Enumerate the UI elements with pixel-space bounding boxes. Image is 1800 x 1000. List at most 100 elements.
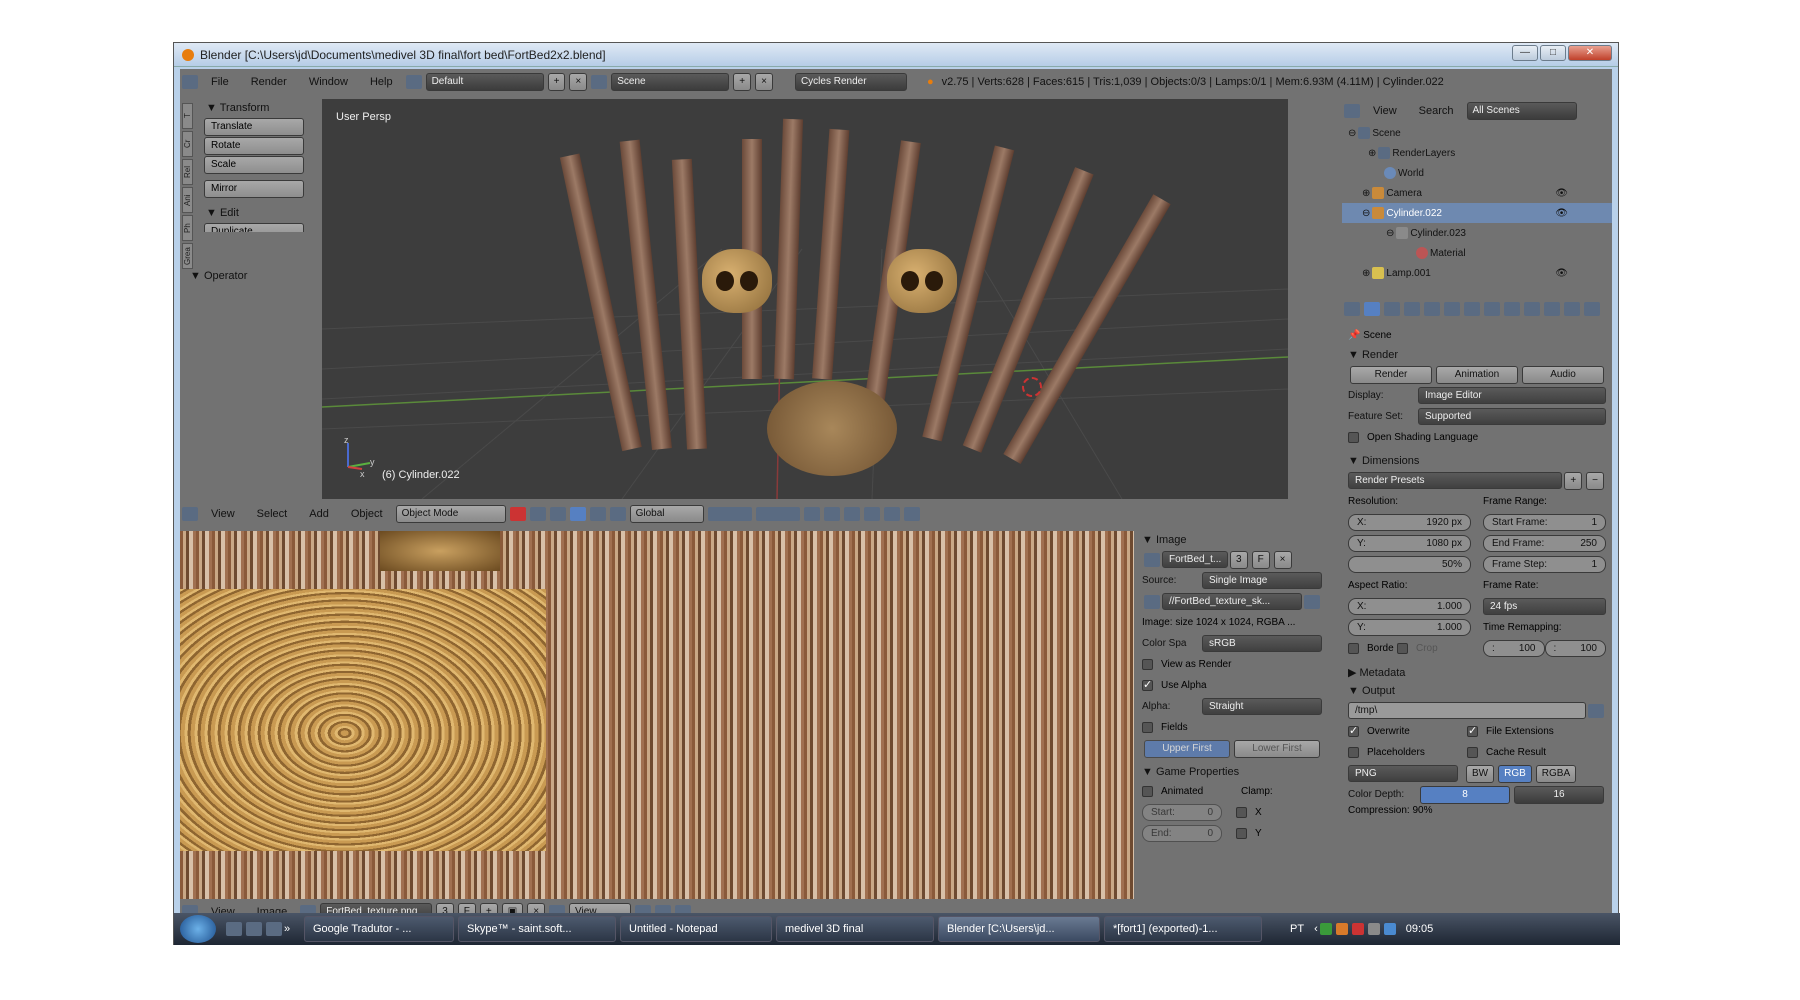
crop-checkbox[interactable]: [1397, 643, 1408, 654]
menu-object[interactable]: Object: [340, 508, 394, 520]
scale-manipulator-icon[interactable]: [609, 507, 626, 521]
outliner-item-scene[interactable]: ⊖ Scene: [1342, 123, 1612, 143]
duplicate-button[interactable]: Duplicate: [204, 223, 304, 232]
remap-new-field[interactable]: :100: [1544, 640, 1606, 657]
task-skype[interactable]: Skype™ - saint.soft...: [458, 916, 616, 942]
tab-tools[interactable]: T: [182, 103, 193, 129]
editor-type-icon[interactable]: [182, 75, 198, 89]
pivot-icon[interactable]: [529, 507, 546, 521]
menu-help[interactable]: Help: [359, 76, 404, 88]
mirror-button[interactable]: Mirror: [204, 180, 304, 198]
animation-button[interactable]: Animation: [1436, 365, 1518, 384]
task-notepad[interactable]: Untitled - Notepad: [620, 916, 772, 942]
edit-panel-header[interactable]: ▼ Edit: [200, 204, 318, 222]
opengl-render-icon[interactable]: [903, 507, 920, 521]
language-indicator[interactable]: PT: [1290, 923, 1304, 935]
osl-checkbox[interactable]: [1348, 432, 1359, 443]
depth-8-button[interactable]: 8: [1420, 785, 1510, 804]
internet-explorer-icon[interactable]: [266, 922, 282, 936]
remap-old-field[interactable]: :100: [1483, 640, 1545, 657]
menu-view[interactable]: View: [200, 508, 246, 520]
resolution-x-field[interactable]: X: 1920 px: [1348, 514, 1471, 531]
shading-icon[interactable]: [509, 507, 526, 521]
start-frame-field[interactable]: Start Frame: 1: [1483, 514, 1606, 531]
orientation-select[interactable]: Global: [629, 505, 704, 523]
render-engine-select[interactable]: Cycles Render: [794, 73, 907, 91]
lock-icon[interactable]: [803, 507, 820, 521]
texture-tab-icon[interactable]: [1544, 302, 1560, 316]
editor-type-icon[interactable]: [1344, 302, 1360, 316]
clamp-y-checkbox[interactable]: [1236, 828, 1247, 839]
scale-button[interactable]: Scale: [204, 156, 304, 174]
frame-rate-select[interactable]: 24 fps: [1483, 598, 1606, 615]
display-filter-select[interactable]: All Scenes: [1466, 102, 1577, 120]
render-layers-tab-icon[interactable]: [1384, 302, 1400, 316]
task-google-tradutor[interactable]: Google Tradutor - ...: [304, 916, 454, 942]
resolution-percentage-field[interactable]: 50%: [1348, 556, 1471, 573]
depth-16-button[interactable]: 16: [1514, 785, 1604, 804]
border-checkbox[interactable]: [1348, 643, 1359, 654]
animated-checkbox[interactable]: [1142, 786, 1153, 797]
remove-preset-button[interactable]: −: [1586, 471, 1604, 490]
render-presets-select[interactable]: Render Presets: [1348, 472, 1563, 489]
render-button[interactable]: Render: [1350, 365, 1432, 384]
lower-first-button[interactable]: Lower First: [1234, 739, 1320, 758]
layer-buttons-2[interactable]: [755, 507, 800, 521]
start-button[interactable]: [180, 915, 216, 943]
snap-element-icon[interactable]: [863, 507, 880, 521]
remove-scene-button[interactable]: ×: [755, 73, 773, 91]
outliner-item-renderlayers[interactable]: ⊕ RenderLayers: [1342, 143, 1612, 163]
rgb-button[interactable]: RGB: [1498, 764, 1532, 783]
aspect-y-field[interactable]: Y: 1.000: [1348, 619, 1471, 636]
frame-step-field[interactable]: Frame Step: 1: [1483, 556, 1606, 573]
resolution-y-field[interactable]: Y: 1080 px: [1348, 535, 1471, 552]
remove-layout-button[interactable]: ×: [569, 73, 588, 91]
task-exported[interactable]: *[fort1] (exported)-1...: [1104, 916, 1262, 942]
translate-manipulator-icon[interactable]: [569, 507, 586, 521]
browse-folder-icon[interactable]: [1588, 703, 1604, 718]
source-select[interactable]: Single Image: [1202, 572, 1322, 589]
display-select[interactable]: Image Editor: [1418, 387, 1606, 404]
tab-physics[interactable]: Ph: [182, 215, 193, 241]
output-path-field[interactable]: /tmp\: [1348, 702, 1586, 719]
particles-tab-icon[interactable]: [1564, 302, 1580, 316]
pin-icon[interactable]: 📌: [1348, 330, 1360, 341]
visibility-eye-icon[interactable]: 👁: [1555, 188, 1568, 199]
physics-tab-icon[interactable]: [1584, 302, 1600, 316]
scene-icon[interactable]: [591, 75, 608, 89]
minimize-button[interactable]: —: [1512, 45, 1538, 61]
file-extensions-checkbox[interactable]: [1467, 724, 1478, 737]
tray-expand-icon[interactable]: ‹: [1314, 923, 1318, 935]
dimensions-panel-header[interactable]: ▼ Dimensions: [1342, 452, 1612, 470]
3d-cursor[interactable]: [1022, 377, 1042, 397]
render-panel-header[interactable]: ▼ Render: [1342, 346, 1612, 364]
image-users[interactable]: 3: [1230, 550, 1248, 569]
outliner-item-cylinder-022[interactable]: ⊖ Cylinder.022 👁: [1342, 203, 1612, 223]
add-scene-button[interactable]: +: [733, 73, 752, 91]
rotate-manipulator-icon[interactable]: [589, 507, 606, 521]
outliner-item-world[interactable]: World: [1342, 163, 1612, 183]
network-icon[interactable]: [1367, 923, 1380, 935]
scene-select[interactable]: Scene: [611, 73, 730, 91]
translate-button[interactable]: Translate: [204, 118, 304, 136]
menu-window[interactable]: Window: [298, 76, 359, 88]
tab-grease-pencil[interactable]: Grea: [182, 243, 193, 269]
outliner-item-camera[interactable]: ⊕ Camera 👁: [1342, 183, 1612, 203]
task-blender[interactable]: Blender [C:\Users\jd...: [938, 916, 1100, 942]
placeholders-checkbox[interactable]: [1348, 747, 1359, 758]
game-properties-header[interactable]: ▼ Game Properties: [1136, 763, 1328, 781]
tray-app-icon[interactable]: [1319, 923, 1332, 935]
tab-animation[interactable]: Ani: [182, 187, 193, 213]
task-explorer-folder[interactable]: medivel 3D final: [776, 916, 934, 942]
add-layout-button[interactable]: +: [547, 73, 566, 91]
proportional-edit-icon[interactable]: [823, 507, 840, 521]
end-field[interactable]: End: 0: [1142, 825, 1222, 842]
layout-select[interactable]: Default: [425, 73, 544, 91]
visibility-eye-icon[interactable]: 👁: [1555, 268, 1568, 279]
metadata-panel-header[interactable]: ▶ Metadata: [1342, 663, 1612, 682]
outliner-item-cylinder-023[interactable]: ⊖ Cylinder.023: [1342, 223, 1612, 243]
rotate-button[interactable]: Rotate: [204, 137, 304, 155]
maximize-button[interactable]: □: [1540, 45, 1566, 61]
menu-search[interactable]: Search: [1408, 105, 1465, 117]
image-datablock[interactable]: FortBed_t...: [1162, 551, 1228, 568]
